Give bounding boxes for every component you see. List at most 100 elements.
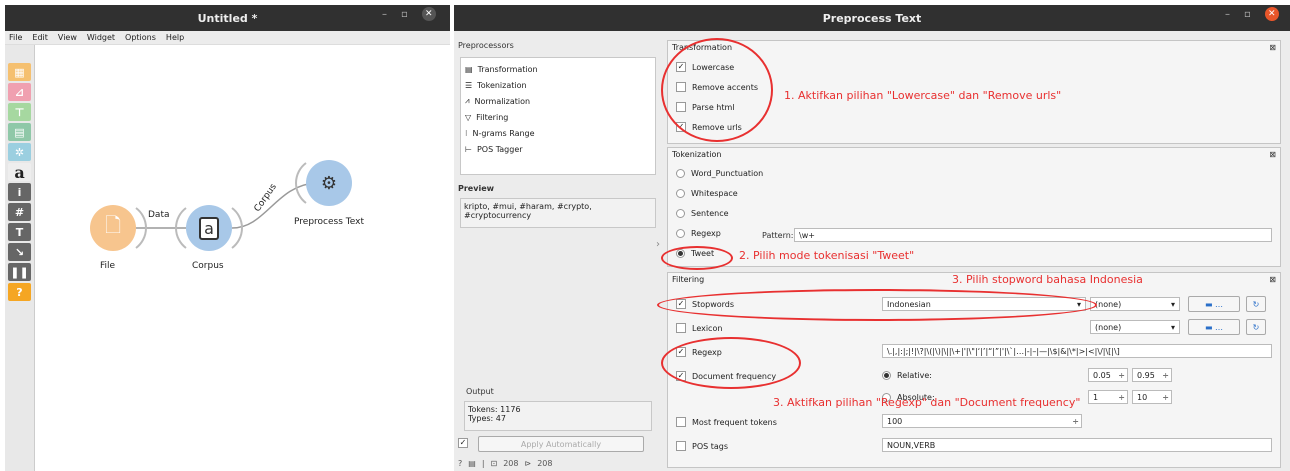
regexp-token-radio[interactable] bbox=[676, 229, 685, 238]
evaluate-category-icon[interactable]: ▤ bbox=[8, 123, 31, 141]
model-category-icon[interactable]: ⊤ bbox=[8, 103, 31, 121]
hash-icon[interactable]: # bbox=[8, 203, 31, 221]
workflow-canvas[interactable]: Data Corpus 🗋 File a Corpus ⚙ Preprocess… bbox=[36, 45, 450, 471]
stopwords-file-select[interactable]: (none) ▾ bbox=[1090, 297, 1180, 311]
tokens-count: Tokens: 1176 bbox=[468, 405, 521, 414]
data-category-icon[interactable]: ▦ bbox=[8, 63, 31, 81]
pause-icon[interactable]: ❚❚ bbox=[8, 263, 31, 281]
stopwords-browse-button[interactable]: ▬ … bbox=[1188, 296, 1240, 312]
preprocess-window-controls: – ▫ ✕ bbox=[1225, 7, 1279, 21]
absolute-max-spinbox[interactable]: 10 ÷ bbox=[1132, 390, 1172, 404]
arrow-tool-icon[interactable]: ↘ bbox=[8, 243, 31, 261]
list-item[interactable]: ▽ Filtering bbox=[461, 109, 655, 125]
report-icon[interactable]: ▤ bbox=[468, 459, 476, 468]
close-group-icon[interactable]: ⊠ bbox=[1269, 150, 1276, 159]
menu-view[interactable]: View bbox=[58, 33, 77, 42]
preview-text: kripto, #mui, #haram, #crypto, #cryptocu… bbox=[464, 202, 592, 220]
maximize-icon[interactable]: ▫ bbox=[1244, 9, 1251, 20]
text-mining-category-icon[interactable]: a bbox=[8, 163, 31, 182]
whitespace-row: Whitespace bbox=[676, 189, 738, 198]
list-item[interactable]: ☰ Tokenization bbox=[461, 77, 655, 93]
close-icon[interactable]: ✕ bbox=[421, 7, 436, 21]
relative-row: Relative: bbox=[882, 371, 932, 380]
sentence-radio[interactable] bbox=[676, 209, 685, 218]
info-icon[interactable]: i bbox=[8, 183, 31, 201]
file-node[interactable]: 🗋 bbox=[90, 205, 136, 251]
close-group-icon[interactable]: ⊠ bbox=[1269, 275, 1276, 284]
ngrams-icon: ⁝ bbox=[465, 128, 468, 138]
relative-radio[interactable] bbox=[882, 371, 891, 380]
list-item[interactable]: ▤ Transformation bbox=[461, 61, 655, 77]
unsupervised-category-icon[interactable]: ✲ bbox=[8, 143, 31, 161]
preprocess-node[interactable]: ⚙ bbox=[306, 160, 352, 206]
lexicon-checkbox[interactable] bbox=[676, 323, 686, 333]
relative-max-spinbox[interactable]: 0.95 ÷ bbox=[1132, 368, 1172, 382]
regexp-input[interactable]: \.|,|:|;|!|\?|\(|\)|\||\+|'|\"|‘|’|“|”|'… bbox=[882, 344, 1272, 358]
transformation-icon: ▤ bbox=[465, 64, 473, 74]
menu-widget[interactable]: Widget bbox=[87, 33, 115, 42]
text-tool-icon[interactable]: T bbox=[8, 223, 31, 241]
lexicon-browse-button[interactable]: ▬ … bbox=[1188, 319, 1240, 335]
list-item[interactable]: ⁝ N-grams Range bbox=[461, 125, 655, 141]
absolute-min-spinbox[interactable]: 1 ÷ bbox=[1088, 390, 1128, 404]
most-frequent-checkbox[interactable] bbox=[676, 417, 686, 427]
apply-auto-checkbox[interactable]: ✓ bbox=[458, 438, 468, 448]
preprocess-window-title: Preprocess Text bbox=[822, 11, 922, 25]
lexicon-file-select[interactable]: (none) ▾ bbox=[1090, 320, 1180, 334]
preprocess-window-titlebar: Preprocess Text bbox=[454, 5, 1290, 31]
word-punct-row: Word_Punctuation bbox=[676, 169, 763, 178]
apply-auto-row: ✓ bbox=[458, 438, 468, 448]
chevron-down-icon: ▾ bbox=[1170, 299, 1175, 309]
collapse-arrow-icon[interactable]: › bbox=[656, 239, 660, 250]
maximize-icon[interactable]: ▫ bbox=[401, 9, 408, 20]
most-frequent-spinbox[interactable]: 100 ÷ bbox=[882, 414, 1082, 428]
stopwords-reload-button[interactable]: ↻ bbox=[1246, 296, 1266, 312]
pos-tagger-icon: ⊢ bbox=[465, 144, 472, 154]
regexp-token-row: Regexp bbox=[676, 229, 721, 238]
gears-icon: ⚙ bbox=[320, 172, 338, 194]
preview-box: kripto, #mui, #haram, #crypto, #cryptocu… bbox=[460, 198, 656, 228]
menu-options[interactable]: Options bbox=[125, 33, 156, 42]
preprocessors-list: ▤ Transformation ☰ Tokenization ⩘ Normaliza… bbox=[460, 57, 656, 175]
visualize-category-icon[interactable]: ⊿ bbox=[8, 83, 31, 101]
preprocess-body: Preprocessors ▤ Transformation ☰ Tokenizat… bbox=[454, 31, 1290, 471]
types-count: Types: 47 bbox=[468, 414, 506, 423]
list-item[interactable]: ⩘ Normalization bbox=[461, 93, 655, 109]
menu-file[interactable]: File bbox=[9, 33, 22, 42]
status-bar: ? ▤ | ⊡ 208 ⊳ 208 bbox=[458, 459, 553, 468]
help-icon[interactable]: ? bbox=[458, 459, 462, 468]
help-icon[interactable]: ? bbox=[8, 283, 31, 301]
preprocessors-label: Preprocessors bbox=[458, 41, 514, 50]
output-box: Tokens: 1176 Types: 47 bbox=[464, 401, 652, 431]
link-label-data: Data bbox=[148, 210, 170, 220]
filtering-title: Filtering bbox=[672, 275, 705, 284]
chevron-down-icon: ▾ bbox=[1170, 322, 1175, 332]
pos-tags-checkbox[interactable] bbox=[676, 441, 686, 451]
annotation-1: 1. Aktifkan pilihan "Lowercase" dan "Rem… bbox=[784, 89, 1062, 102]
menu-edit[interactable]: Edit bbox=[32, 33, 48, 42]
left-window-controls: – ▫ ✕ bbox=[382, 7, 436, 21]
lexicon-row: Lexicon bbox=[676, 323, 722, 333]
pattern-input[interactable]: \w+ bbox=[794, 228, 1272, 242]
pos-tags-input[interactable]: NOUN,VERB bbox=[882, 438, 1272, 452]
link-lines bbox=[135, 162, 317, 249]
reload-icon: ↻ bbox=[1252, 322, 1260, 332]
menu-help[interactable]: Help bbox=[166, 33, 184, 42]
annotation-circle-2 bbox=[661, 246, 733, 270]
corpus-node[interactable]: a bbox=[186, 205, 232, 251]
annotation-3b: 3. Aktifkan pilihan "Regexp" dan "Docume… bbox=[773, 396, 1081, 409]
close-icon[interactable]: ✕ bbox=[1264, 7, 1279, 21]
input-icon: ⊡ bbox=[490, 459, 498, 468]
lexicon-reload-button[interactable]: ↻ bbox=[1246, 319, 1266, 335]
list-item[interactable]: ⊢ POS Tagger bbox=[461, 141, 655, 157]
minimize-icon[interactable]: – bbox=[382, 9, 387, 20]
file-icon: 🗋 bbox=[104, 213, 122, 237]
relative-min-spinbox[interactable]: 0.05 ÷ bbox=[1088, 368, 1128, 382]
file-node-label: File bbox=[100, 261, 116, 271]
word-punct-radio[interactable] bbox=[676, 169, 685, 178]
whitespace-radio[interactable] bbox=[676, 189, 685, 198]
annotation-circle-3b bbox=[661, 337, 801, 389]
apply-button[interactable]: Apply Automatically bbox=[478, 436, 644, 452]
minimize-icon[interactable]: – bbox=[1225, 9, 1230, 20]
close-group-icon[interactable]: ⊠ bbox=[1269, 43, 1276, 52]
